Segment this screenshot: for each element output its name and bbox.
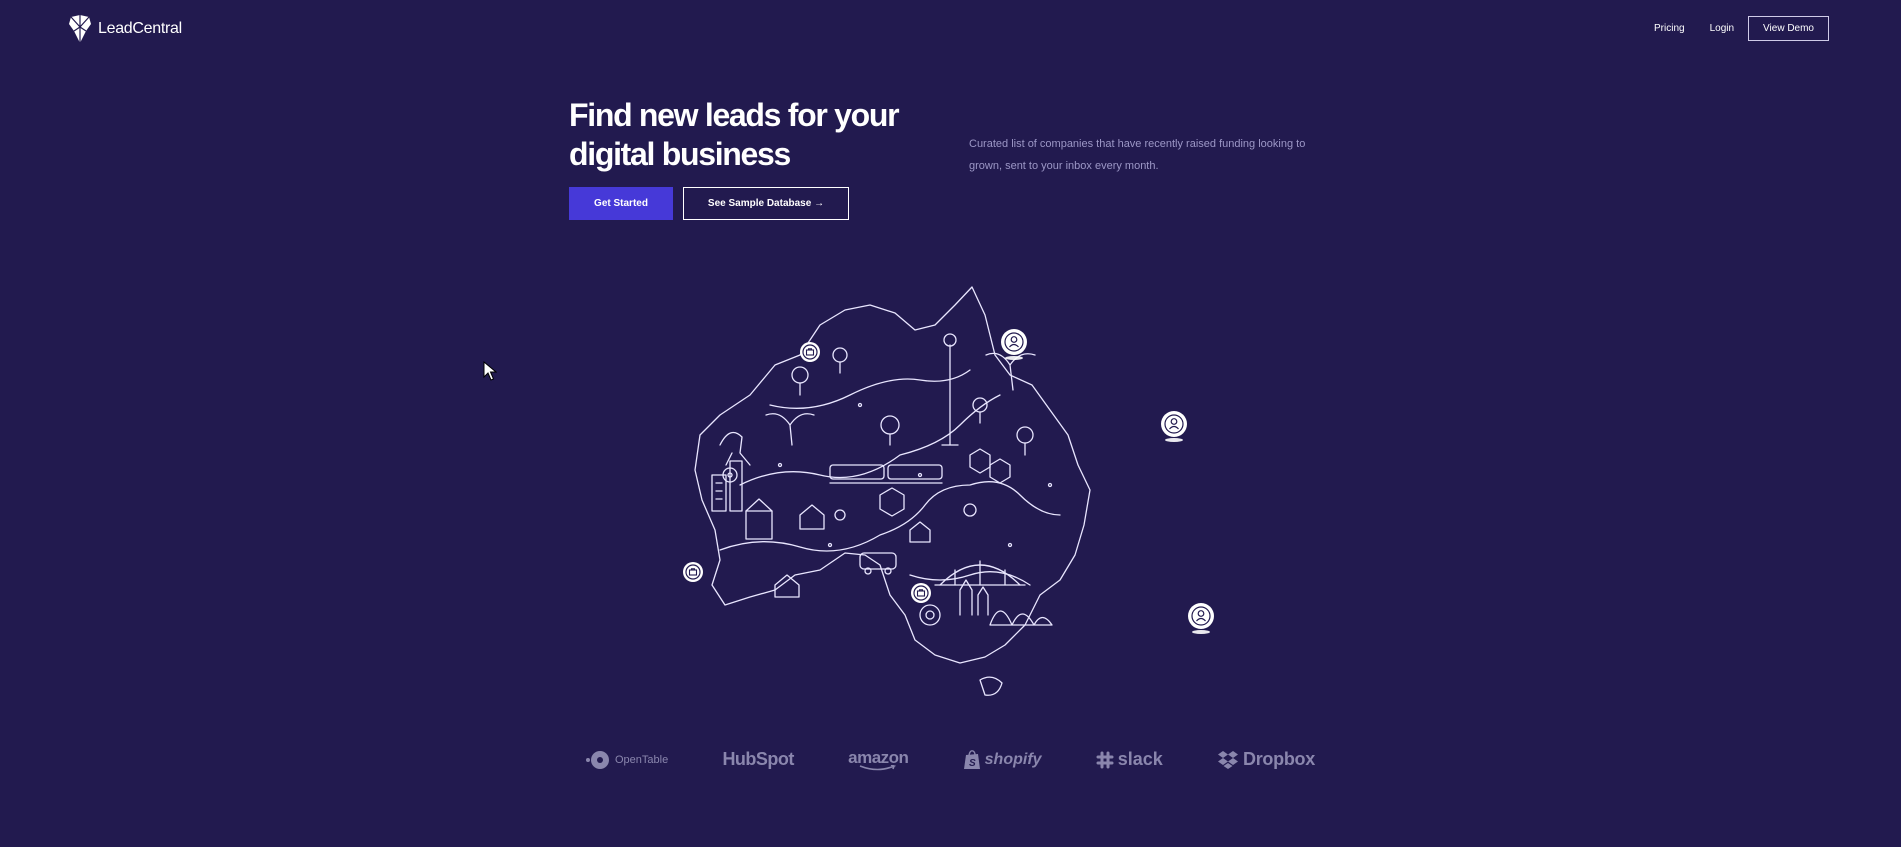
briefcase-pin-icon	[911, 583, 931, 603]
hero-headline: Find new leads for your digital business	[569, 97, 900, 172]
svg-text:S: S	[969, 758, 976, 769]
person-pin-icon	[1001, 329, 1027, 355]
pin-shadow	[1005, 356, 1023, 360]
brand[interactable]: LeadCentral	[68, 15, 182, 43]
australia-map-illustration	[680, 285, 1220, 705]
person-pin-icon	[1188, 603, 1214, 629]
logo-slack: slack	[1096, 749, 1163, 770]
top-nav: Pricing Login View Demo	[1654, 16, 1829, 41]
logo-shopify: S shopify	[963, 749, 1042, 770]
pin-shadow	[1192, 630, 1210, 634]
dropbox-box-icon	[1218, 750, 1239, 769]
logo-dropbox-text: Dropbox	[1243, 749, 1315, 769]
partner-logos: OpenTable HubSpot amazon S shopify slack…	[585, 748, 1315, 771]
pin-shadow	[1165, 438, 1183, 442]
opentable-dot-icon	[586, 750, 609, 769]
see-sample-database-button[interactable]: See Sample Database →	[683, 187, 849, 220]
shopify-bag-icon: S	[963, 749, 980, 769]
slack-hash-icon	[1096, 751, 1114, 768]
person-pin-icon	[1161, 411, 1187, 437]
get-started-button[interactable]: Get Started	[569, 187, 673, 220]
logo-opentable: OpenTable	[585, 750, 668, 770]
briefcase-pin-icon	[683, 562, 703, 582]
brand-name: LeadCentral	[98, 20, 182, 37]
logo-opentable-text: OpenTable	[615, 753, 669, 766]
logo-slack-text: slack	[1117, 749, 1163, 769]
nav-login-link[interactable]: Login	[1710, 23, 1734, 34]
fox-head-logo-icon	[69, 15, 91, 43]
landing-page: LeadCentral Pricing Login View Demo Find…	[0, 0, 1901, 847]
logo-dropbox: Dropbox	[1217, 749, 1315, 770]
nav-pricing-link[interactable]: Pricing	[1654, 23, 1685, 34]
map-outline	[694, 286, 1091, 664]
hero-subtext: Curated list of companies that have rece…	[969, 138, 1306, 172]
logo-hubspot: HubSpot	[722, 749, 794, 770]
logo-shopify-text: shopify	[984, 750, 1042, 768]
hero-cta-row: Get Started See Sample Database →	[569, 187, 849, 220]
mouse-cursor-icon	[483, 361, 497, 381]
view-demo-button[interactable]: View Demo	[1748, 16, 1829, 41]
logo-hubspot-text: HubSpot	[722, 749, 794, 769]
briefcase-pin-icon	[800, 342, 820, 362]
logo-amazon: amazon	[848, 748, 909, 771]
amazon-smile-icon	[859, 765, 897, 771]
